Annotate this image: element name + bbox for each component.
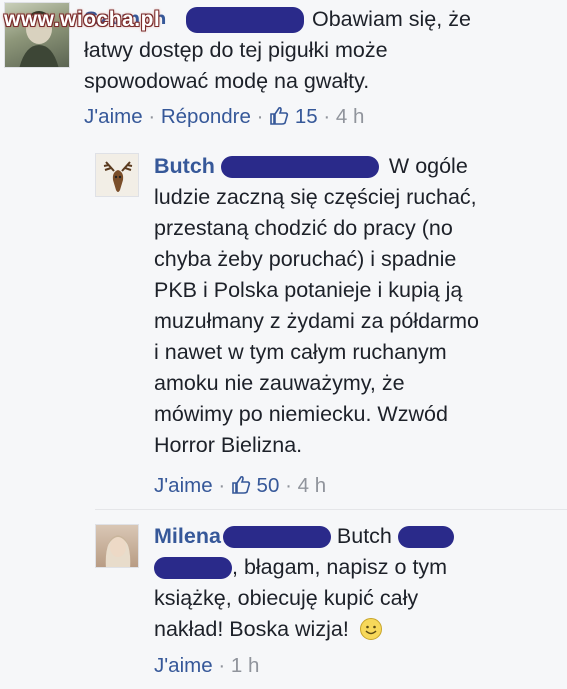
comment-text-line: łatwy dostęp do tej pigułki może xyxy=(84,38,388,62)
comment-text-line: ludzie zaczną się częściej ruchać, xyxy=(154,185,477,209)
deer-icon xyxy=(103,161,133,192)
comment-text-line: Obawiam się, że xyxy=(312,7,471,31)
separator: · xyxy=(256,105,264,128)
comment-text-line: książkę, obiecuję kupić cały xyxy=(154,586,419,610)
like-count-button[interactable]: 50 xyxy=(231,474,285,497)
redacted-name xyxy=(397,526,454,549)
watermark-logo: www.wiocha.pl xyxy=(4,8,161,31)
separator: · xyxy=(323,105,331,128)
reply-link[interactable]: Répondre xyxy=(161,105,251,128)
like-link[interactable]: J'aime xyxy=(84,105,143,128)
comment-text-line: amoku nie zauważymy, że xyxy=(154,371,405,395)
mention-link[interactable]: Butch xyxy=(337,524,392,548)
timestamp[interactable]: 4 h xyxy=(298,474,327,497)
comment-text-line: muzułmany z żydami za półdarmo xyxy=(154,309,480,333)
comment-text-line: PKB i Polska potanieje i kupią ją xyxy=(154,278,463,302)
thumbs-up-icon xyxy=(232,475,250,494)
redacted-name xyxy=(186,7,304,34)
redacted-name xyxy=(154,557,232,580)
timestamp[interactable]: 4 h xyxy=(336,105,365,128)
comment-text-line: spowodować modę na gwałty. xyxy=(84,69,370,93)
comment-text-line: mówimy po niemiecku. Wzwód xyxy=(154,402,448,426)
thumbs-up-icon xyxy=(270,106,289,125)
smiley-emoji-icon xyxy=(359,618,382,640)
separator: · xyxy=(148,105,156,128)
comment-text-line: chyba żeby poruchać) i spadnie xyxy=(154,247,457,271)
comment-text-line: Horror Bielizna. xyxy=(154,433,303,457)
like-count: 15 xyxy=(294,105,318,128)
comment-text-line: przestaną chodzić do pracy (no xyxy=(154,216,453,240)
avatar[interactable] xyxy=(95,524,139,568)
comment-text-line: , błagam, napisz o tym xyxy=(232,555,448,579)
profile-photo xyxy=(105,535,131,567)
redacted-name xyxy=(222,526,331,549)
separator: · xyxy=(285,474,292,497)
comment-author[interactable]: Butch xyxy=(154,154,215,178)
redacted-name xyxy=(220,156,379,179)
comment-text-line: nakład! Boska wizja! xyxy=(154,617,349,641)
comment-butch: Butch W ogóle ludzie zaczną się częściej … xyxy=(0,140,567,510)
timestamp[interactable]: 1 h xyxy=(231,654,260,677)
comment-text-line: i nawet w tym całym ruchanym xyxy=(154,340,447,364)
comment-milena: Milena Butch , błagam, napisz o tym książ… xyxy=(0,510,567,689)
comment-text-line: W ogóle xyxy=(388,154,468,178)
like-count: 50 xyxy=(256,474,280,497)
like-link[interactable]: J'aime xyxy=(154,474,213,497)
like-count-button[interactable]: 15 xyxy=(269,105,323,128)
comment-author[interactable]: Milena xyxy=(154,524,221,548)
like-link[interactable]: J'aime xyxy=(154,654,213,677)
separator: · xyxy=(218,654,226,677)
separator: · xyxy=(218,474,226,497)
avatar[interactable] xyxy=(95,153,139,197)
